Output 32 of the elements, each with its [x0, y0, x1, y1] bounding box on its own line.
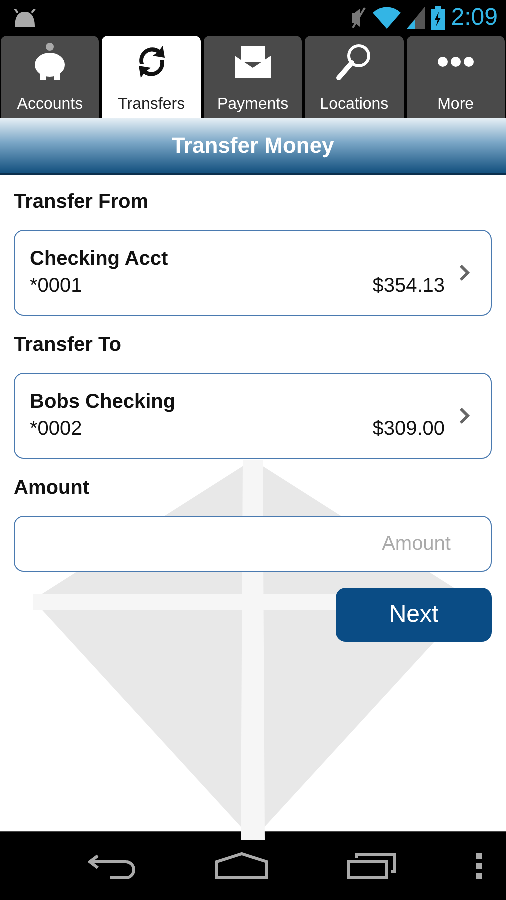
account-selector[interactable]: Checking Acct *0001 $354.13	[14, 230, 492, 316]
tab[interactable]: Locations	[305, 36, 404, 118]
amount-field[interactable]: Amount	[14, 516, 492, 572]
account-number: *0002	[30, 418, 82, 441]
header-title: Transfer Money	[172, 132, 334, 158]
back-icon[interactable]	[88, 852, 136, 880]
battery-icon	[431, 6, 446, 30]
clock-time: 2:09	[451, 4, 498, 32]
signal-icon	[407, 6, 426, 28]
amount-label: Amount	[14, 477, 91, 500]
android-icon	[12, 8, 38, 26]
mute-icon	[351, 6, 368, 28]
section-label: Transfer To	[14, 334, 122, 357]
recent-apps-icon[interactable]	[347, 852, 398, 880]
tab[interactable]: More	[406, 36, 506, 118]
account-balance: $309.00	[372, 418, 445, 441]
tab[interactable]: Accounts	[1, 36, 100, 118]
account-number: *0001	[30, 275, 82, 298]
chevron-icon	[459, 264, 471, 282]
account-name: Checking Acct	[30, 248, 170, 271]
section-label: Transfer From	[14, 191, 150, 214]
wifi-icon	[373, 6, 402, 28]
overflow-menu-icon[interactable]	[476, 853, 482, 879]
next-button[interactable]: Next	[336, 588, 492, 642]
tab[interactable]: Transfers	[102, 36, 201, 118]
more-icon	[436, 56, 476, 68]
home-icon[interactable]	[214, 852, 269, 880]
chevron-icon	[459, 407, 471, 425]
tab[interactable]: Payments	[204, 36, 302, 118]
account-balance: $354.13	[372, 275, 445, 298]
account-selector[interactable]: Bobs Checking *0002 $309.00	[14, 373, 492, 459]
account-name: Bobs Checking	[30, 391, 177, 414]
